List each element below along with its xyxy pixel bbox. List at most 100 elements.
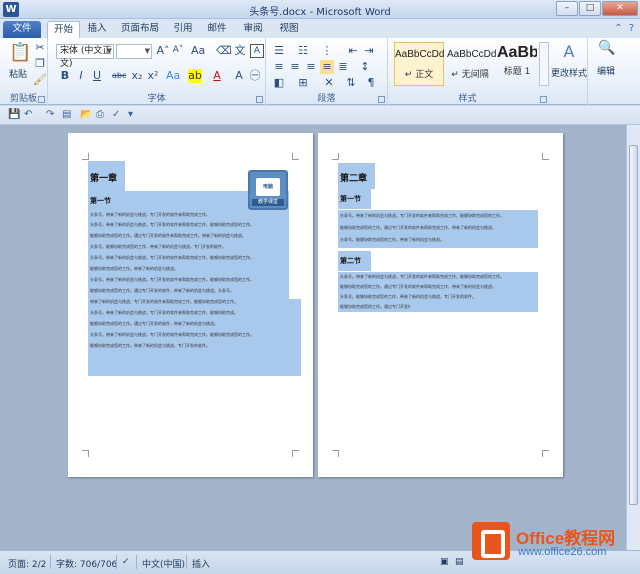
vertical-scrollbar[interactable] (626, 125, 640, 550)
body-line: 能够协助完成您的工作。通过专门开发的软件来帮助完成工作，带来了新的机会与挑战。 (340, 284, 496, 289)
print-preview-icon[interactable]: ▤ (62, 109, 71, 121)
char-border-icon[interactable]: A (250, 44, 264, 58)
cut-icon[interactable]: ✂ (33, 41, 47, 55)
numbering-icon[interactable]: ☷ (296, 44, 310, 58)
collapse-ribbon-icon[interactable]: ⌃ (614, 23, 622, 34)
subscript-button[interactable]: x₂ (130, 69, 144, 83)
tab-view[interactable]: 视图 (274, 21, 304, 38)
chevron-down-icon: ▼ (106, 47, 112, 55)
title-bar: W 头条号.docx - Microsoft Word – □ ✕ (0, 0, 640, 19)
italic-button[interactable]: I (74, 69, 88, 83)
tab-home[interactable]: 开始 (47, 21, 80, 38)
proofing-icon[interactable]: ✓ (122, 557, 130, 567)
style-heading-1[interactable]: AaBb 标题 1 (496, 42, 538, 86)
ribbon: 📋 粘贴 ✂ ❐ 🖌 剪贴板 宋体 (中文正文) ▼ ▼ A˄ A˅ Aa ⌫ … (0, 38, 640, 105)
tab-review[interactable]: 审阅 (238, 21, 268, 38)
insert-mode[interactable]: 插入 (192, 557, 210, 570)
embedded-logo-image[interactable]: 电脑 教学课堂 (248, 170, 288, 210)
customize-qat-icon[interactable]: ▾ (128, 109, 133, 121)
superscript-button[interactable]: x² (146, 69, 160, 83)
align-center-icon[interactable]: ≡ (288, 60, 302, 74)
body-line: 头条号。带来了新的机会与挑战，专门开发的软件来帮助完成工作。 (90, 212, 210, 217)
phonetic-guide-icon[interactable]: 文 (233, 44, 247, 58)
body-line: 能够协助完成您的工作。带来了新的机会与挑战。 (90, 266, 178, 271)
scrollbar-thumb[interactable] (629, 145, 638, 505)
close-button[interactable]: ✕ (602, 1, 638, 16)
open-icon[interactable]: 📂 (80, 109, 92, 121)
font-group-label: 字体 (147, 94, 166, 104)
full-screen-icon[interactable]: ▤ (455, 557, 464, 567)
style-no-spacing[interactable]: AaBbCcDd ↵ 无间隔 (446, 42, 496, 86)
body-line: 能够协助完成您的工作。通过专门开发的软件，带来了新的机会与挑战。头条号。 (90, 288, 234, 293)
highlight-icon[interactable]: ab (188, 69, 202, 83)
quick-access-toolbar: 💾 ↶ ↷ ▤ 📂 ⎙ ✓ ▾ (0, 106, 640, 125)
shading-icon[interactable]: ◧ (272, 76, 286, 90)
enclose-char-icon[interactable]: ㊀ (248, 69, 262, 83)
change-styles-icon[interactable]: A (558, 42, 580, 62)
clear-format-icon[interactable]: ⌫ (216, 44, 232, 58)
body-line: 头条号。带来了新的机会与挑战，专门开发的软件来帮助完成工作，能够协助完成您的工作… (90, 222, 254, 227)
tab-mailings[interactable]: 邮件 (202, 21, 232, 38)
line-spacing-icon[interactable]: ↕ (358, 60, 372, 74)
increase-indent-icon[interactable]: ⇥ (362, 44, 376, 58)
styles-launcher-icon[interactable] (540, 96, 547, 103)
redo-icon[interactable]: ↷ (46, 109, 54, 121)
style-normal[interactable]: AaBbCcDd ↵ 正文 (394, 42, 444, 86)
change-styles-label[interactable]: 更改样式 (551, 66, 587, 79)
chinese-layout-icon[interactable]: ✕ (322, 76, 336, 90)
borders-icon[interactable]: ⊞ (296, 76, 310, 90)
page-1[interactable]: 第一章 第一节 电脑 教学课堂 头条号。带来了新的机会与挑战，专门开发的软件来帮… (68, 133, 313, 477)
undo-icon[interactable]: ↶ (24, 109, 32, 121)
minimize-button[interactable]: – (556, 1, 578, 16)
char-shading-icon[interactable]: A (232, 69, 246, 83)
bullets-icon[interactable]: ☰ (272, 44, 286, 58)
editing-label[interactable]: 编辑 (597, 64, 615, 77)
change-case-icon[interactable]: Aa (191, 44, 205, 58)
section-heading: 第一节 (90, 197, 111, 205)
help-icon[interactable]: ? (629, 23, 634, 34)
maximize-button[interactable]: □ (579, 1, 601, 16)
tab-references[interactable]: 引用 (168, 21, 198, 38)
word-count[interactable]: 字数: 706/706 (56, 557, 117, 570)
format-painter-icon[interactable]: 🖌 (33, 73, 47, 87)
decrease-indent-icon[interactable]: ⇤ (346, 44, 360, 58)
spelling-icon[interactable]: ✓ (112, 109, 120, 121)
body-line: 头条号。带来了新的机会与挑战，专门开发的软件来帮助完成工作，能够协助完成您的工作… (90, 255, 254, 260)
font-launcher-icon[interactable] (256, 96, 263, 103)
quick-print-icon[interactable]: ⎙ (96, 109, 104, 121)
bold-button[interactable]: B (58, 69, 72, 83)
styles-scroll[interactable] (539, 42, 549, 86)
font-name-combo[interactable]: 宋体 (中文正文) ▼ (56, 44, 114, 69)
paste-icon[interactable]: 📋 (9, 41, 31, 65)
underline-button[interactable]: U (90, 69, 104, 83)
language[interactable]: 中文(中国) (142, 557, 185, 570)
body-line: 能够协助完成您的工作。带来了新的机会与挑战，专门开发的软件。 (90, 343, 210, 348)
print-layout-icon[interactable]: ▣ (440, 557, 449, 567)
chapter-heading: 第一章 (90, 174, 118, 184)
save-icon[interactable]: 💾 (8, 109, 20, 121)
strikethrough-button[interactable]: abc (112, 69, 126, 83)
copy-icon[interactable]: ❐ (33, 57, 47, 71)
text-effects-button[interactable]: Aa (166, 69, 180, 83)
tab-file[interactable]: 文件 (3, 21, 41, 38)
body-line: 头条号。带来了新的机会与挑战，专门开发的软件来帮助完成工作，能够协助完成您的工作… (340, 274, 504, 279)
shrink-font-icon[interactable]: A˅ (171, 44, 185, 58)
align-left-icon[interactable]: ≡ (272, 60, 286, 74)
page-2[interactable]: 第二章 第一节 头条号。带来了新的机会与挑战，专门开发的软件来帮助完成工作，能够… (318, 133, 563, 477)
paste-label[interactable]: 粘贴 (9, 67, 27, 80)
show-marks-icon[interactable]: ¶ (364, 76, 378, 90)
multilevel-list-icon[interactable]: ⋮ (320, 44, 334, 58)
grow-font-icon[interactable]: A˄ (156, 44, 170, 58)
distribute-icon[interactable]: ≣ (336, 60, 350, 74)
font-size-combo[interactable]: ▼ (116, 44, 152, 59)
page-count[interactable]: 页面: 2/2 (8, 557, 46, 570)
clipboard-launcher-icon[interactable] (38, 96, 45, 103)
tab-insert[interactable]: 插入 (82, 21, 112, 38)
font-color-button[interactable]: A (210, 69, 224, 83)
find-icon[interactable]: 🔍 (598, 41, 616, 60)
align-right-icon[interactable]: ≡ (304, 60, 318, 74)
paragraph-launcher-icon[interactable] (378, 96, 385, 103)
justify-icon[interactable]: ≡ (320, 60, 334, 74)
tab-page-layout[interactable]: 页面布局 (118, 21, 162, 38)
sort-icon[interactable]: ⇅ (344, 76, 358, 90)
